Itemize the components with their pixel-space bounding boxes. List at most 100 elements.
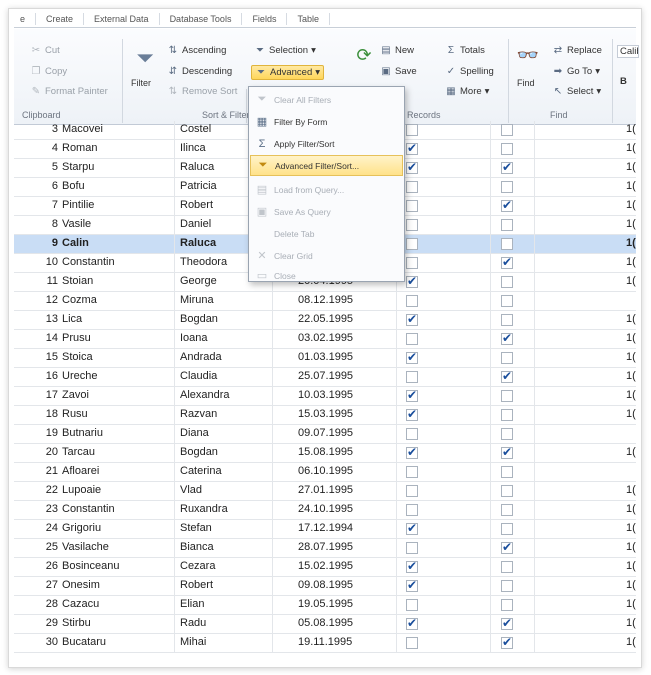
row-id[interactable]: 11 bbox=[18, 275, 58, 287]
menu-item-clear-grid[interactable]: ✕ Clear Grid bbox=[250, 245, 403, 266]
first-name-cell[interactable]: Robert bbox=[180, 579, 270, 591]
advanced-button[interactable]: ⏷ Advanced ▾ bbox=[251, 65, 325, 80]
first-name-cell[interactable]: Elian bbox=[180, 598, 270, 610]
remove-sort-button[interactable]: ⇅ Remove Sort bbox=[167, 86, 238, 97]
row-id[interactable]: 15 bbox=[18, 351, 58, 363]
trailing-cell[interactable]: 1( bbox=[626, 522, 636, 534]
row-id[interactable]: 13 bbox=[18, 313, 58, 325]
checkbox-2[interactable] bbox=[501, 238, 513, 250]
checkbox-2[interactable] bbox=[501, 143, 513, 155]
spelling-button[interactable]: ✓ Spelling bbox=[445, 66, 494, 77]
checkbox-2[interactable] bbox=[501, 523, 513, 535]
checkbox-2[interactable] bbox=[501, 540, 513, 554]
table-row[interactable]: 28 Cazacu Elian 19.05.1995 1( bbox=[14, 596, 636, 615]
tab-database-tools[interactable]: Database Tools bbox=[160, 12, 243, 25]
checkbox-2[interactable] bbox=[501, 198, 513, 212]
checkbox-2[interactable] bbox=[501, 276, 513, 288]
birth-date-cell[interactable]: 25.07.1995 bbox=[298, 370, 388, 382]
first-name-cell[interactable]: Razvan bbox=[180, 408, 270, 420]
first-name-cell[interactable]: Ioana bbox=[180, 332, 270, 344]
row-id[interactable]: 8 bbox=[18, 218, 58, 230]
find-button[interactable]: Find bbox=[517, 78, 535, 88]
checkbox-1[interactable] bbox=[406, 388, 418, 402]
checkbox-1[interactable] bbox=[406, 371, 418, 383]
checkbox-1[interactable] bbox=[406, 200, 418, 212]
filter-button[interactable]: Filter bbox=[131, 78, 151, 88]
trailing-cell[interactable]: 1( bbox=[626, 389, 636, 401]
checkbox-2[interactable] bbox=[501, 428, 513, 440]
checkbox-1[interactable] bbox=[406, 295, 418, 307]
last-name-cell[interactable]: Rusu bbox=[62, 408, 177, 420]
selection-button[interactable]: ⏷ Selection ▾ bbox=[254, 45, 316, 56]
checkbox-1[interactable] bbox=[406, 637, 418, 649]
last-name-cell[interactable]: Macovei bbox=[62, 123, 177, 135]
row-id[interactable]: 27 bbox=[18, 579, 58, 591]
checkbox-2[interactable] bbox=[501, 295, 513, 307]
checkbox-1[interactable] bbox=[406, 160, 418, 174]
row-id[interactable]: 21 bbox=[18, 465, 58, 477]
last-name-cell[interactable]: Butnariu bbox=[62, 427, 177, 439]
refresh-icon[interactable]: ⟳ bbox=[350, 45, 378, 66]
last-name-cell[interactable]: Stoian bbox=[62, 275, 177, 287]
first-name-cell[interactable]: Ruxandra bbox=[180, 503, 270, 515]
binoculars-icon[interactable]: 👓 bbox=[514, 45, 542, 66]
trailing-cell[interactable]: 1( bbox=[626, 161, 636, 173]
checkbox-1[interactable] bbox=[406, 542, 418, 554]
last-name-cell[interactable]: Vasilache bbox=[62, 541, 177, 553]
birth-date-cell[interactable]: 09.07.1995 bbox=[298, 427, 388, 439]
save-record-button[interactable]: ▣ Save bbox=[380, 66, 416, 77]
table-row[interactable]: 23 Constantin Ruxandra 24.10.1995 1( bbox=[14, 501, 636, 520]
table-row[interactable]: 30 BucataruMihai 19.11.1995 1( bbox=[14, 634, 636, 653]
first-name-cell[interactable]: Vlad bbox=[180, 484, 270, 496]
birth-date-cell[interactable]: 08.12.1995 bbox=[298, 294, 388, 306]
trailing-cell[interactable]: 1( bbox=[626, 313, 636, 325]
trailing-cell[interactable]: 1( bbox=[626, 199, 636, 211]
trailing-cell[interactable]: 1( bbox=[626, 256, 636, 268]
row-id[interactable]: 26 bbox=[18, 560, 58, 572]
checkbox-2[interactable] bbox=[501, 599, 513, 611]
birth-date-cell[interactable]: 15.03.1995 bbox=[298, 408, 388, 420]
trailing-cell[interactable]: 1( bbox=[626, 142, 636, 154]
tab-table[interactable]: Table bbox=[287, 12, 330, 25]
first-name-cell[interactable]: Bianca bbox=[180, 541, 270, 553]
checkbox-1[interactable] bbox=[406, 333, 418, 345]
birth-date-cell[interactable]: 28.07.1995 bbox=[298, 541, 388, 553]
trailing-cell[interactable]: 1( bbox=[626, 617, 636, 629]
menu-item-apply-filter-sort[interactable]: Σ Apply Filter/Sort bbox=[250, 133, 403, 154]
menu-item-advanced-filter-sort[interactable]: ⏷ Advanced Filter/Sort... bbox=[250, 155, 403, 176]
trailing-cell[interactable]: 1( bbox=[626, 484, 636, 496]
row-id[interactable]: 4 bbox=[18, 142, 58, 154]
checkbox-2[interactable] bbox=[501, 580, 513, 592]
checkbox-2[interactable] bbox=[501, 369, 513, 383]
last-name-cell[interactable]: Calin bbox=[62, 237, 177, 249]
checkbox-2[interactable] bbox=[501, 331, 513, 345]
row-id[interactable]: 5 bbox=[18, 161, 58, 173]
birth-date-cell[interactable]: 17.12.1994 bbox=[298, 522, 388, 534]
tab-home[interactable]: e bbox=[14, 12, 37, 25]
checkbox-2[interactable] bbox=[501, 255, 513, 269]
checkbox-2[interactable] bbox=[501, 314, 513, 326]
checkbox-1[interactable] bbox=[406, 312, 418, 326]
trailing-cell[interactable]: 1( bbox=[626, 579, 636, 591]
checkbox-2[interactable] bbox=[501, 616, 513, 630]
birth-date-cell[interactable]: 06.10.1995 bbox=[298, 465, 388, 477]
row-id[interactable]: 29 bbox=[18, 617, 58, 629]
trailing-cell[interactable]: 1( bbox=[626, 218, 636, 230]
menu-item-close[interactable]: ▭ Close bbox=[250, 265, 403, 286]
checkbox-1[interactable] bbox=[406, 599, 418, 611]
first-name-cell[interactable]: Alexandra bbox=[180, 389, 270, 401]
checkbox-1[interactable] bbox=[406, 616, 418, 630]
checkbox-2[interactable] bbox=[501, 390, 513, 402]
row-id[interactable]: 12 bbox=[18, 294, 58, 306]
tab-create[interactable]: Create bbox=[36, 12, 85, 25]
trailing-cell[interactable]: 1( bbox=[626, 275, 636, 287]
table-row[interactable]: 14 PrusuIoana 03.02.1995 1( bbox=[14, 330, 636, 349]
new-record-button[interactable]: ▤ New bbox=[380, 45, 414, 56]
row-id[interactable]: 20 bbox=[18, 446, 58, 458]
birth-date-cell[interactable]: 03.02.1995 bbox=[298, 332, 388, 344]
trailing-cell[interactable]: 1( bbox=[626, 598, 636, 610]
checkbox-1[interactable] bbox=[406, 181, 418, 193]
bold-button[interactable]: B bbox=[620, 76, 627, 87]
checkbox-1[interactable] bbox=[406, 141, 418, 155]
trailing-cell[interactable]: 1( bbox=[626, 446, 636, 458]
